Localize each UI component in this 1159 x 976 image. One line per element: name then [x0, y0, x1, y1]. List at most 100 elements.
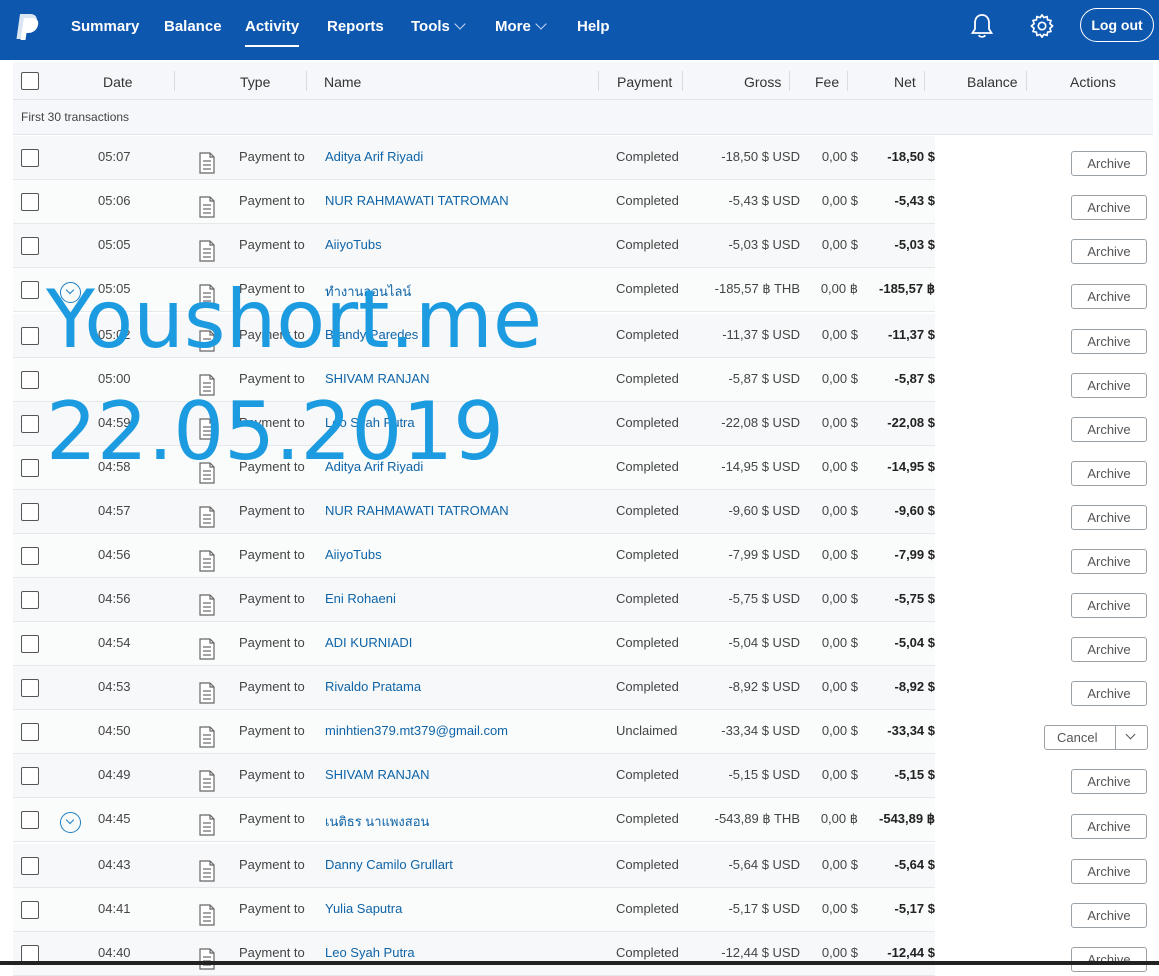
chevron-down-icon[interactable] — [1125, 729, 1136, 740]
table-row[interactable]: 04:56 Payment to Eni Rohaeni Completed -5,75… — [13, 578, 935, 622]
row-name-link[interactable]: Eni Rohaeni — [325, 591, 396, 606]
archive-button[interactable]: Archive — [1071, 637, 1147, 662]
nav-item-activity[interactable]: Activity — [245, 18, 300, 47]
row-checkbox[interactable] — [21, 767, 39, 785]
row-name-link[interactable]: SHIVAM RANJAN — [325, 767, 430, 782]
table-row[interactable]: 04:41 Payment to Yulia Saputra Completed -5,… — [13, 888, 935, 932]
table-row[interactable]: 05:00 Payment to SHIVAM RANJAN Completed -5,… — [13, 358, 935, 402]
archive-button[interactable]: Archive — [1071, 769, 1147, 794]
row-checkbox[interactable] — [21, 811, 39, 829]
row-name-link[interactable]: ทำงานออนไลน์ — [325, 281, 411, 302]
archive-button[interactable]: Archive — [1071, 859, 1147, 884]
row-name-link[interactable]: เนติธร นาแพงสอน — [325, 811, 429, 832]
archive-button[interactable]: Archive — [1071, 239, 1147, 264]
row-name-link[interactable]: Rivaldo Pratama — [325, 679, 421, 694]
row-checkbox[interactable] — [21, 857, 39, 875]
nav-item-balance[interactable]: Balance — [164, 18, 222, 35]
bell-icon[interactable] — [969, 12, 995, 40]
archive-button[interactable]: Archive — [1071, 903, 1147, 928]
row-name-link[interactable]: Aditya Arif Riyadi — [325, 459, 423, 474]
row-checkbox[interactable] — [21, 415, 39, 433]
row-checkbox[interactable] — [21, 901, 39, 919]
archive-button[interactable]: Archive — [1071, 461, 1147, 486]
column-header-type[interactable]: Type — [240, 74, 270, 90]
archive-button[interactable]: Archive — [1071, 681, 1147, 706]
column-header-balance[interactable]: Balance — [967, 74, 1018, 90]
row-checkbox[interactable] — [21, 281, 39, 299]
table-row[interactable]: 04:54 Payment to ADI KURNIADI Completed -5,0… — [13, 622, 935, 666]
archive-button[interactable]: Archive — [1071, 417, 1147, 442]
archive-button[interactable]: Archive — [1071, 505, 1147, 530]
archive-button[interactable]: Archive — [1071, 814, 1147, 839]
row-checkbox[interactable] — [21, 371, 39, 389]
table-row[interactable]: 05:06 Payment to NUR RAHMAWATI TATROMAN Com… — [13, 180, 935, 224]
select-all-checkbox[interactable] — [21, 72, 39, 90]
table-row[interactable]: 04:49 Payment to SHIVAM RANJAN Completed -5,… — [13, 754, 935, 798]
table-row[interactable]: 05:02 Payment to Brandy Paredes Completed -1… — [13, 314, 935, 358]
table-row[interactable]: 05:05 Payment to ทำงานออนไลน์ Completed -185… — [13, 268, 935, 312]
row-name-link[interactable]: Leo Syah Putra — [325, 415, 415, 430]
archive-button[interactable]: Archive — [1071, 549, 1147, 574]
document-icon — [199, 240, 215, 262]
column-header-fee[interactable]: Fee — [815, 74, 839, 90]
row-checkbox[interactable] — [21, 503, 39, 521]
row-name-link[interactable]: NUR RAHMAWATI TATROMAN — [325, 503, 509, 518]
table-row[interactable]: 04:58 Payment to Aditya Arif Riyadi Complet… — [13, 446, 935, 490]
table-row[interactable]: 05:07 Payment to Aditya Arif Riyadi Complet… — [13, 136, 935, 180]
row-checkbox[interactable] — [21, 679, 39, 697]
table-row[interactable]: 04:45 Payment to เนติธร นาแพงสอน Completed -… — [13, 798, 935, 842]
row-name-link[interactable]: NUR RAHMAWATI TATROMAN — [325, 193, 509, 208]
row-checkbox[interactable] — [21, 723, 39, 741]
column-header-date[interactable]: Date — [103, 74, 133, 90]
column-header-name[interactable]: Name — [324, 74, 361, 90]
table-row[interactable]: 04:53 Payment to Rivaldo Pratama Completed -… — [13, 666, 935, 710]
expand-chevron-icon[interactable] — [60, 282, 81, 303]
paypal-logo-icon[interactable] — [14, 12, 40, 42]
row-name-link[interactable]: Leo Syah Putra — [325, 945, 415, 960]
cancel-button[interactable]: Cancel — [1044, 725, 1148, 750]
row-checkbox[interactable] — [21, 635, 39, 653]
table-row[interactable]: 04:57 Payment to NUR RAHMAWATI TATROMAN Com… — [13, 490, 935, 534]
archive-button[interactable]: Archive — [1071, 151, 1147, 176]
table-row[interactable]: 04:40 Payment to Leo Syah Putra Completed -1… — [13, 932, 935, 976]
row-checkbox[interactable] — [21, 459, 39, 477]
table-row[interactable]: 04:56 Payment to AiiyoTubs Completed -7,99 $… — [13, 534, 935, 578]
nav-item-help[interactable]: Help — [577, 18, 610, 35]
table-row[interactable]: 04:59 Payment to Leo Syah Putra Completed -2… — [13, 402, 935, 446]
logout-button[interactable]: Log out — [1080, 8, 1154, 42]
row-checkbox[interactable] — [21, 149, 39, 167]
row-name-link[interactable]: ADI KURNIADI — [325, 635, 412, 650]
row-gross: -5,04 $ USD — [728, 635, 800, 650]
archive-button[interactable]: Archive — [1071, 284, 1147, 309]
gear-icon[interactable] — [1029, 12, 1055, 40]
table-row[interactable]: 04:50 Payment to minhtien379.mt379@gmail.c… — [13, 710, 935, 754]
row-name-link[interactable]: AiiyoTubs — [325, 547, 382, 562]
table-row[interactable]: 04:43 Payment to Danny Camilo Grullart Comp… — [13, 844, 935, 888]
row-name-link[interactable]: AiiyoTubs — [325, 237, 382, 252]
nav-item-reports[interactable]: Reports — [327, 18, 384, 35]
expand-chevron-icon[interactable] — [60, 812, 81, 833]
row-name-link[interactable]: minhtien379.mt379@gmail.com — [325, 723, 508, 738]
row-name-link[interactable]: Yulia Saputra — [325, 901, 402, 916]
row-checkbox[interactable] — [21, 237, 39, 255]
archive-button[interactable]: Archive — [1071, 947, 1147, 972]
row-name-link[interactable]: Brandy Paredes — [325, 327, 418, 342]
row-checkbox[interactable] — [21, 327, 39, 345]
column-header-gross[interactable]: Gross — [744, 74, 781, 90]
column-header-payment[interactable]: Payment — [617, 74, 672, 90]
row-name-link[interactable]: Aditya Arif Riyadi — [325, 149, 423, 164]
archive-button[interactable]: Archive — [1071, 373, 1147, 398]
row-name-link[interactable]: Danny Camilo Grullart — [325, 857, 453, 872]
archive-button[interactable]: Archive — [1071, 329, 1147, 354]
nav-item-more[interactable]: More — [495, 18, 547, 35]
nav-item-tools[interactable]: Tools — [411, 18, 466, 35]
row-checkbox[interactable] — [21, 547, 39, 565]
nav-item-summary[interactable]: Summary — [71, 18, 139, 35]
row-checkbox[interactable] — [21, 193, 39, 211]
archive-button[interactable]: Archive — [1071, 195, 1147, 220]
archive-button[interactable]: Archive — [1071, 593, 1147, 618]
table-row[interactable]: 05:05 Payment to AiiyoTubs Completed -5,03 $… — [13, 224, 935, 268]
row-checkbox[interactable] — [21, 591, 39, 609]
column-header-net[interactable]: Net — [894, 74, 916, 90]
row-name-link[interactable]: SHIVAM RANJAN — [325, 371, 430, 386]
